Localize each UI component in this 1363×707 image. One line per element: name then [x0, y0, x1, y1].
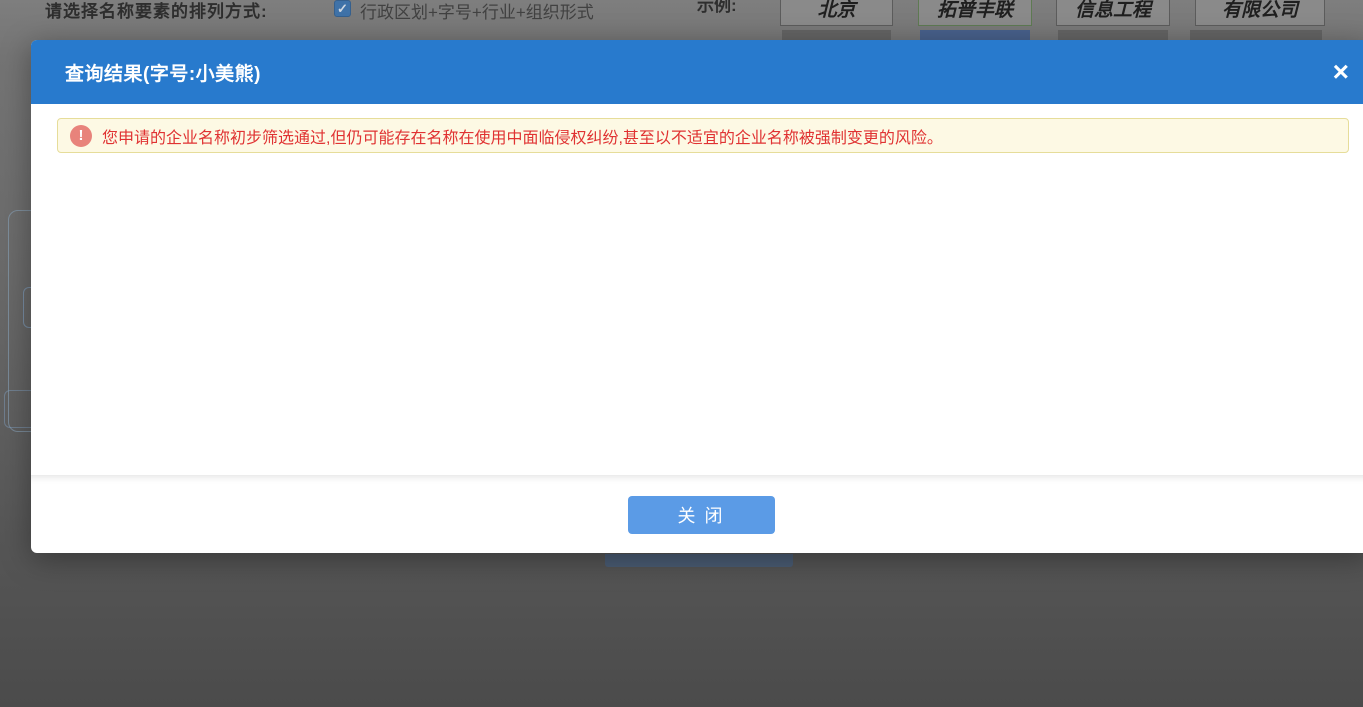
screen: 请选择名称要素的排列方式: ✓ 行政区划+字号+行业+组织形式 示例: 北京 拓… [0, 0, 1363, 707]
checkmark-icon: ✓ [335, 1, 350, 16]
query-result-modal: 查询结果(字号:小美熊) × ! 您申请的企业名称初步筛选通过,但仍可能存在名称… [31, 40, 1363, 553]
example-box-industry: 信息工程 [1056, 0, 1170, 26]
close-button[interactable]: 关 闭 [628, 496, 775, 534]
warning-text: 您申请的企业名称初步筛选通过,但仍可能存在名称在使用中面临侵权纠纷,甚至以不适宜… [102, 124, 943, 148]
arrangement-checkbox: ✓ [334, 0, 351, 17]
warning-icon: ! [70, 125, 92, 147]
close-icon[interactable]: × [1333, 58, 1349, 86]
background-submit-button [605, 554, 793, 567]
example-box-tradename: 拓普丰联 [918, 0, 1032, 26]
modal-header: 查询结果(字号:小美熊) × [31, 40, 1363, 104]
arrangement-question-label: 请选择名称要素的排列方式: [45, 0, 268, 22]
warning-alert: ! 您申请的企业名称初步筛选通过,但仍可能存在名称在使用中面临侵权纠纷,甚至以不… [57, 118, 1349, 153]
modal-title: 查询结果(字号:小美熊) [65, 59, 261, 86]
example-label: 示例: [697, 0, 737, 16]
modal-footer: 关 闭 [31, 475, 1363, 553]
arrangement-option-label: 行政区划+字号+行业+组织形式 [360, 0, 594, 23]
modal-body: ! 您申请的企业名称初步筛选通过,但仍可能存在名称在使用中面临侵权纠纷,甚至以不… [31, 104, 1363, 475]
example-box-region: 北京 [780, 0, 893, 26]
example-box-orgform: 有限公司 [1195, 0, 1325, 26]
